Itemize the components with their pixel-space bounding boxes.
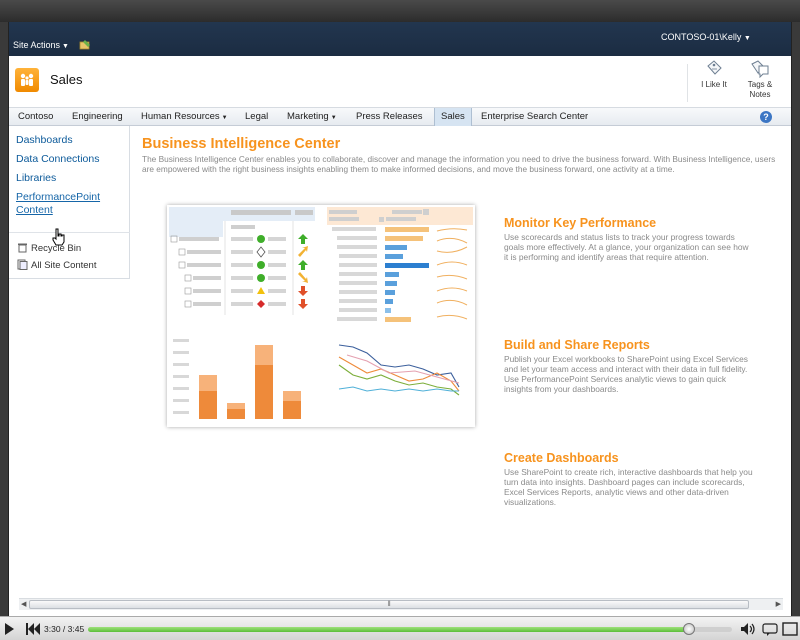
hand-cursor-icon [52, 228, 65, 246]
divider [9, 232, 130, 233]
nav-item-contoso[interactable]: Contoso [12, 108, 59, 126]
feature-description: Use SharePoint to create rich, interacti… [504, 467, 753, 507]
seek-bar[interactable] [88, 623, 732, 635]
video-frame: Site Actions▼ CONTOSO-01\Kelly ▼ Sales [0, 0, 800, 640]
playback-time: 3:30 / 3:45 [44, 624, 85, 634]
nav-label: Human Resources [141, 111, 220, 122]
recycle-bin-icon [18, 243, 27, 253]
seek-progress [88, 627, 689, 632]
site-title-row: Sales I Like It Tags & Notes [9, 56, 791, 108]
chevron-down-icon: ▼ [221, 115, 228, 121]
feature-title[interactable]: Create Dashboards [504, 451, 754, 465]
play-icon[interactable] [5, 623, 14, 635]
site-actions-label: Site Actions [13, 40, 61, 50]
all-site-content-link[interactable]: All Site Content [17, 259, 96, 271]
previous-chapter-icon[interactable] [26, 623, 40, 635]
feature-create-dashboards: Create Dashboards Use SharePoint to crea… [504, 451, 754, 507]
feature-build-share-reports: Build and Share Reports Publish your Exc… [504, 338, 754, 394]
horizontal-scrollbar[interactable]: ◀ ⦀ ▶ [19, 598, 783, 610]
nav-label: Enterprise Search Center [481, 111, 589, 122]
edit-page-icon[interactable] [79, 39, 91, 50]
scroll-left-icon[interactable]: ◀ [21, 600, 26, 608]
tags-label-line1: Tags & [747, 80, 773, 89]
nav-label: Sales [441, 111, 465, 122]
recycle-bin-link[interactable]: Recycle Bin [17, 242, 81, 254]
feature-monitor-key-performance: Monitor Key Performance Use scorecards a… [504, 216, 754, 262]
captions-icon[interactable] [762, 622, 778, 636]
site-actions-menu[interactable]: Site Actions ▼ [13, 40, 69, 50]
nav-label: Press Releases [356, 111, 423, 122]
nav-item-press-releases[interactable]: Press Releases [350, 108, 429, 126]
help-icon[interactable]: ? [760, 111, 772, 123]
scrollbar-thumb[interactable]: ⦀ [29, 600, 749, 609]
user-name: CONTOSO-01\Kelly [661, 32, 742, 42]
chevron-down-icon: ▼ [743, 35, 751, 42]
ql-item-performancepoint-content[interactable]: Content [16, 204, 53, 216]
site-content-icon [17, 259, 28, 270]
main-content: Business Intelligence Center The Busines… [142, 134, 791, 614]
tags-notes-button[interactable]: Tags & Notes [738, 60, 782, 100]
feature-title[interactable]: Monitor Key Performance [504, 216, 754, 230]
ribbon-bar: Site Actions ▼ CONTOSO-01\Kelly ▼ [9, 22, 791, 56]
nav-label: Legal [245, 111, 269, 122]
nav-item-human-resources[interactable]: Human Resources ▼ [135, 108, 234, 126]
i-like-it-button[interactable]: I Like It [692, 60, 736, 90]
site-logo-icon[interactable] [15, 68, 39, 92]
quick-launch: Dashboards Data Connections Libraries Pe… [9, 126, 130, 279]
intro-text: The Business Intelligence Center enables… [142, 154, 776, 174]
video-player-controls: 3:30 / 3:45 [0, 616, 800, 640]
nav-item-legal[interactable]: Legal [239, 108, 274, 126]
user-menu[interactable]: CONTOSO-01\Kelly ▼ [661, 32, 751, 42]
scroll-right-icon[interactable]: ▶ [776, 600, 781, 608]
fullscreen-icon[interactable] [782, 622, 798, 636]
nav-label: Engineering [72, 111, 123, 122]
window-top-bezel [0, 0, 800, 22]
feature-description: Use scorecards and status lists to track… [504, 232, 749, 262]
seek-handle[interactable] [682, 623, 695, 635]
nav-item-engineering[interactable]: Engineering [66, 108, 129, 126]
ql-item-data-connections[interactable]: Data Connections [16, 153, 99, 165]
ql-item-libraries[interactable]: Libraries [16, 172, 56, 184]
divider [687, 64, 688, 102]
all-site-content-label: All Site Content [31, 260, 97, 271]
top-navigation: Contoso Engineering Human Resources ▼ Leg… [9, 108, 791, 126]
nav-label: Marketing [287, 111, 329, 122]
ql-item-dashboards[interactable]: Dashboards [16, 134, 73, 146]
volume-icon[interactable] [740, 622, 756, 636]
feature-description: Publish your Excel workbooks to SharePoi… [504, 354, 748, 394]
ql-item-performancepoint[interactable]: PerformancePoint [16, 191, 100, 203]
nav-label: Contoso [18, 111, 54, 122]
tags-label-line2: Notes [749, 90, 771, 99]
nav-item-enterprise-search-center[interactable]: Enterprise Search Center [475, 108, 594, 126]
nav-item-sales[interactable]: Sales [434, 108, 472, 126]
feature-title[interactable]: Build and Share Reports [504, 338, 754, 352]
nav-item-marketing[interactable]: Marketing ▼ [281, 108, 343, 126]
page-title: Business Intelligence Center [142, 136, 341, 152]
site-title[interactable]: Sales [50, 72, 83, 87]
sharepoint-page: Site Actions▼ CONTOSO-01\Kelly ▼ Sales [8, 22, 792, 616]
chevron-down-icon: ▼ [330, 115, 337, 121]
like-tag-icon [707, 60, 722, 75]
like-label: I Like It [701, 80, 727, 89]
dashboard-preview-image [167, 205, 475, 427]
tags-notes-icon [751, 60, 769, 78]
chevron-down-icon: ▼ [62, 43, 69, 50]
